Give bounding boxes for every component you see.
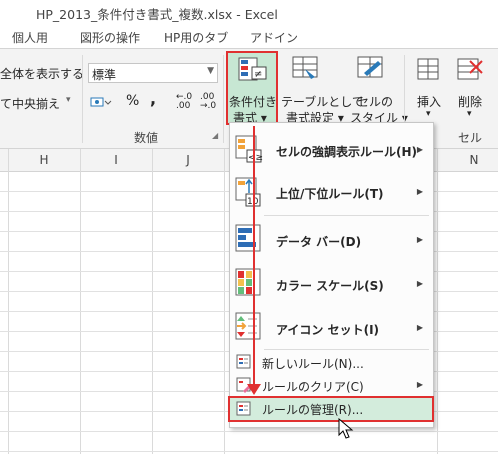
manage-rules-icon (236, 401, 251, 416)
highlight-rules-icon: <≥ (235, 135, 263, 163)
window-title: HP_2013_条件付き書式_複数.xlsx - Excel (36, 7, 278, 22)
mouse-cursor-icon (338, 418, 354, 439)
number-format-value: 標準 (92, 68, 117, 82)
delete-label: 削除 (458, 95, 483, 109)
guide-arrow-head-icon (247, 384, 261, 395)
cell-styles-button[interactable] (354, 55, 386, 84)
submenu-arrow-icon: ▶ (416, 235, 423, 244)
grid-line (8, 149, 9, 454)
decrease-decimal-button[interactable]: .00 →.0 (200, 93, 216, 111)
tab-addin[interactable]: アドイン (250, 29, 298, 46)
menu-item-label: 上位/下位ルール(T) (276, 187, 384, 201)
tab-personal[interactable]: 個人用 (12, 29, 48, 46)
cf-label-1: 条件付き (229, 95, 278, 109)
cell-styles-label-1: セルの (357, 95, 394, 109)
conditional-format-button[interactable]: ≠ 条件付き 書式 ▾ (226, 51, 278, 125)
tab-shape-ops[interactable]: 図形の操作 (80, 29, 140, 46)
menu-item-manage-rules[interactable]: ルールの管理(R)... (228, 396, 434, 422)
table-icon (292, 56, 318, 79)
conditional-format-menu: <≥ セルの強調表示ルール(H) ▶ 10 上位/下位ルール(T) ▶ データ … (228, 122, 434, 428)
merge-dropdown-icon[interactable]: ▾ (66, 95, 71, 105)
format-as-table-button[interactable] (289, 55, 321, 84)
insert-icon (417, 58, 439, 80)
number-format-select[interactable]: 標準 ▼ (88, 63, 218, 83)
menu-item-label: ルールのクリア(C) (262, 380, 364, 394)
dialog-launcher-icon[interactable]: ◢ (212, 131, 218, 140)
currency-icon (90, 97, 112, 107)
menu-item-highlight-rules[interactable]: <≥ セルの強調表示ルール(H) ▶ (230, 127, 433, 171)
column-header-i[interactable]: I (106, 153, 126, 167)
cells-group-label: セル (458, 131, 483, 145)
grid-line (437, 149, 438, 454)
grid-line (0, 431, 498, 432)
grid-line (152, 149, 153, 454)
menu-item-label: アイコン セット(I) (276, 323, 380, 337)
guide-arrow-line (253, 126, 255, 388)
svg-text:≠: ≠ (254, 69, 262, 80)
delete-button[interactable] (456, 57, 484, 86)
format-table-label-1: テーブルとして (281, 95, 364, 109)
menu-item-label: 新しいルール(N)... (262, 357, 364, 371)
submenu-arrow-icon: ▶ (416, 279, 423, 288)
currency-format-button[interactable] (90, 95, 112, 114)
conditional-format-icon: ≠ (238, 57, 267, 81)
svg-text:<≥: <≥ (248, 153, 263, 163)
submenu-arrow-icon: ▶ (416, 187, 423, 196)
insert-dropdown-icon[interactable]: ▾ (426, 109, 431, 119)
menu-item-top-bottom-rules[interactable]: 10 上位/下位ルール(T) ▶ (230, 171, 433, 215)
data-bar-icon (235, 224, 261, 252)
number-group-label: 数値 (134, 131, 159, 145)
column-header-n[interactable]: N (464, 153, 484, 167)
menu-item-label: データ バー(D) (276, 235, 362, 249)
icon-set-icon (235, 312, 261, 340)
increase-decimal-button[interactable]: ←.0 .00 (176, 93, 192, 111)
cell-styles-icon (357, 56, 383, 78)
chevron-down-icon: ▼ (207, 66, 214, 76)
submenu-arrow-icon: ▶ (416, 380, 423, 389)
menu-divider (264, 349, 429, 350)
tab-hp[interactable]: HP用のタブ (164, 29, 228, 46)
color-scale-icon (235, 268, 261, 296)
menu-item-new-rule[interactable]: 新しいルール(N)... (230, 351, 433, 373)
menu-item-label: セルの強調表示ルール(H) (276, 145, 418, 159)
delete-icon (457, 58, 483, 80)
percent-button[interactable]: % (126, 93, 139, 109)
new-rule-icon (236, 354, 251, 369)
wrap-text-button[interactable]: 全体を表示する (0, 65, 84, 82)
grid-line (0, 451, 498, 452)
grid-line (80, 149, 81, 454)
insert-label: 挿入 (417, 95, 442, 109)
group-divider (82, 55, 83, 143)
grid-line (224, 149, 225, 454)
top-bottom-icon: 10 (235, 177, 261, 207)
ribbon-tabs: 個人用 図形の操作 HP用のタブ アドイン (0, 24, 498, 49)
merge-center-button[interactable]: て中央揃え (0, 95, 60, 112)
column-header-h[interactable]: H (34, 153, 54, 167)
insert-button[interactable] (416, 57, 442, 86)
column-header-j[interactable]: J (178, 153, 198, 167)
menu-divider (264, 215, 429, 216)
menu-item-data-bars[interactable]: データ バー(D) ▶ (230, 218, 433, 262)
submenu-arrow-icon: ▶ (416, 145, 423, 154)
title-bar: HP_2013_条件付き書式_複数.xlsx - Excel (0, 0, 498, 24)
group-divider (223, 55, 224, 143)
menu-item-color-scales[interactable]: カラー スケール(S) ▶ (230, 262, 433, 306)
submenu-arrow-icon: ▶ (416, 323, 423, 332)
menu-item-icon-sets[interactable]: アイコン セット(I) ▶ (230, 306, 433, 350)
menu-item-label: ルールの管理(R)... (262, 403, 364, 417)
comma-button[interactable]: , (150, 89, 156, 108)
menu-item-label: カラー スケール(S) (276, 279, 384, 293)
delete-dropdown-icon[interactable]: ▾ (467, 109, 472, 119)
